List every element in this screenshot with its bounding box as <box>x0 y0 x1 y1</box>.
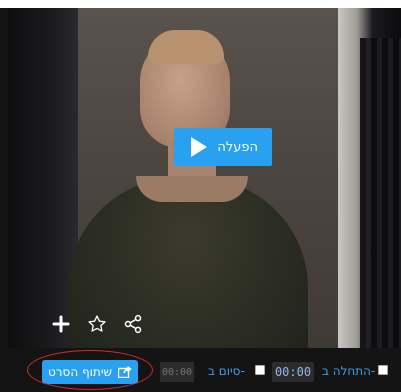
plus-icon[interactable] <box>50 313 72 335</box>
start-time-input[interactable] <box>272 362 314 382</box>
end-time-label: סיום ב- <box>208 364 245 378</box>
share-arrow-icon <box>118 366 132 378</box>
video-player[interactable]: הפעלה <box>8 8 401 348</box>
person-chest <box>136 176 248 202</box>
top-strip <box>0 0 401 8</box>
play-button-label: הפעלה <box>217 139 258 155</box>
play-icon <box>191 137 207 157</box>
end-time-checkbox[interactable] <box>255 365 265 375</box>
share-nodes-icon[interactable] <box>122 313 144 335</box>
star-icon[interactable] <box>86 313 108 335</box>
trim-share-bar: שיתוף הסרט סיום ב- התחלה ב- <box>0 348 401 392</box>
curtain-folds <box>360 38 401 348</box>
share-movie-button[interactable]: שיתוף הסרט <box>42 360 138 384</box>
person-hair <box>148 30 224 64</box>
video-actions <box>50 313 144 335</box>
end-time-input[interactable] <box>160 362 194 382</box>
start-time-label: התחלה ב- <box>322 364 376 378</box>
start-time-checkbox[interactable] <box>378 365 388 375</box>
play-button[interactable]: הפעלה <box>174 128 272 166</box>
share-movie-label: שיתוף הסרט <box>47 365 112 379</box>
